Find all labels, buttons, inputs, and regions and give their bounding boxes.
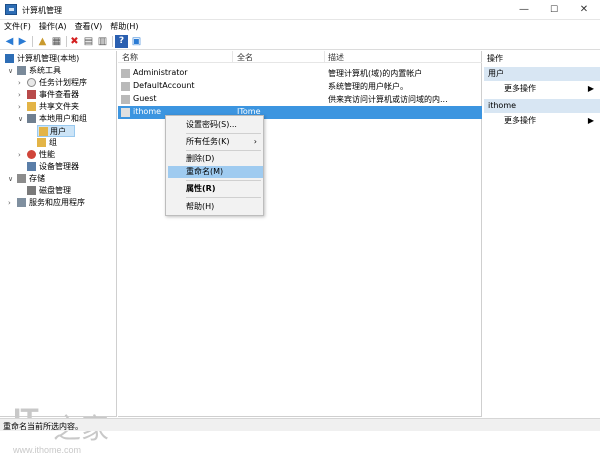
menu-item-all-tasks[interactable]: 所有任务(K) › — [168, 136, 263, 148]
performance-icon — [27, 150, 36, 159]
table-row[interactable]: DefaultAccount 系统管理的用户帐户。 — [118, 80, 482, 93]
folder-icon — [39, 127, 48, 136]
maximize-button[interactable]: ☐ — [539, 0, 569, 20]
title-bar: 计算机管理 — ☐ ✕ — [0, 0, 600, 20]
toolbar: ◀ ▶ ▲ ▦ ✖ ▤ ▥ ? ▣ — [0, 33, 600, 50]
window-title: 计算机管理 — [22, 6, 62, 15]
actions-section-ithome[interactable]: ithome — [484, 99, 600, 113]
menu-item-set-password[interactable]: 设置密码(S)... — [168, 119, 263, 131]
menu-help[interactable]: 帮助(H) — [106, 20, 142, 33]
close-button[interactable]: ✕ — [569, 0, 599, 20]
actions-pane: 操作 用户 更多操作 ▶ ithome 更多操作 ▶ — [484, 51, 600, 417]
services-icon — [17, 198, 26, 207]
column-fullname[interactable]: 全名 — [237, 52, 253, 63]
user-icon — [121, 82, 130, 91]
minimize-button[interactable]: — — [509, 0, 539, 20]
event-viewer-icon — [27, 90, 36, 99]
column-name[interactable]: 名称 — [122, 52, 138, 63]
menu-item-help[interactable]: 帮助(H) — [168, 201, 263, 213]
actions-section-users[interactable]: 用户 — [484, 67, 600, 81]
users-list: 名称 全名 描述 Administrator 管理计算机(域)的内置帐户 Def… — [118, 51, 482, 417]
delete-icon[interactable]: ✖ — [68, 35, 81, 48]
toolbar-separator — [32, 36, 33, 47]
menu-action[interactable]: 操作(A) — [35, 20, 71, 33]
chevron-down-icon[interactable]: ∨ — [18, 113, 23, 125]
user-icon — [121, 95, 130, 104]
console-tree: 计算机管理(本地) ∨ 系统工具 › 任务计划程序 › 事件查看器 › 共享文件… — [0, 51, 117, 455]
chevron-down-icon[interactable]: ∨ — [8, 65, 13, 77]
shared-folder-icon — [27, 102, 36, 111]
users-groups-icon — [27, 114, 36, 123]
show-hide-tree-icon[interactable]: ▦ — [50, 35, 63, 48]
device-manager-icon — [27, 162, 36, 171]
computer-icon — [5, 54, 14, 63]
toolbar-separator — [66, 36, 67, 47]
menu-separator — [186, 150, 261, 151]
view-icon[interactable]: ▣ — [130, 35, 143, 48]
toolbar-separator — [112, 36, 113, 47]
up-folder-icon[interactable]: ▲ — [36, 35, 49, 48]
menu-item-delete[interactable]: 删除(D) — [168, 153, 263, 165]
tools-icon — [17, 66, 26, 75]
chevron-right-icon: ▶ — [587, 84, 594, 93]
menu-separator — [186, 180, 261, 181]
menu-separator — [186, 197, 261, 198]
folder-icon — [37, 138, 46, 147]
status-bar: 重命名当前所选内容。 — [0, 418, 600, 431]
user-icon — [121, 108, 130, 117]
column-divider[interactable] — [232, 51, 233, 63]
menu-item-rename[interactable]: 重命名(M) — [168, 166, 263, 178]
computer-management-icon — [5, 4, 17, 15]
chevron-right-icon[interactable]: › — [18, 101, 21, 113]
chevron-right-icon[interactable]: › — [8, 197, 11, 209]
more-actions-users[interactable]: 更多操作 ▶ — [484, 82, 600, 95]
status-text: 重命名当前所选内容。 — [3, 422, 83, 431]
chevron-right-icon: ▶ — [587, 116, 594, 125]
back-icon[interactable]: ◀ — [3, 35, 16, 48]
menu-item-properties[interactable]: 属性(R) — [168, 183, 263, 195]
help-icon[interactable]: ? — [115, 35, 128, 48]
chevron-down-icon[interactable]: ∨ — [8, 173, 13, 185]
actions-header: 操作 — [487, 54, 503, 63]
chevron-right-icon[interactable]: › — [18, 77, 21, 89]
chevron-right-icon: › — [253, 137, 257, 146]
properties-icon[interactable]: ▤ — [82, 35, 95, 48]
table-row[interactable]: Administrator 管理计算机(域)的内置帐户 — [118, 67, 482, 80]
table-row[interactable]: Guest 供来宾访问计算机或访问域的内... — [118, 93, 482, 106]
disk-icon — [27, 186, 36, 195]
tree-item-users[interactable]: 用户 — [37, 125, 75, 137]
export-list-icon[interactable]: ▥ — [96, 35, 109, 48]
context-menu: 设置密码(S)... 所有任务(K) › 删除(D) 重命名(M) 属性(R) … — [165, 115, 264, 216]
menu-bar: 文件(F) 操作(A) 查看(V) 帮助(H) — [0, 20, 600, 33]
menu-file[interactable]: 文件(F) — [0, 20, 35, 33]
user-icon — [121, 69, 130, 78]
forward-icon[interactable]: ▶ — [16, 35, 29, 48]
chevron-right-icon[interactable]: › — [18, 149, 21, 161]
more-actions-ithome[interactable]: 更多操作 ▶ — [484, 114, 600, 127]
clock-icon — [27, 78, 36, 87]
menu-separator — [186, 133, 261, 134]
chevron-right-icon[interactable]: › — [18, 89, 21, 101]
column-divider[interactable] — [324, 51, 325, 63]
column-description[interactable]: 描述 — [328, 52, 344, 63]
menu-view[interactable]: 查看(V) — [71, 20, 107, 33]
list-header: 名称 全名 描述 — [118, 51, 482, 63]
storage-icon — [17, 174, 26, 183]
